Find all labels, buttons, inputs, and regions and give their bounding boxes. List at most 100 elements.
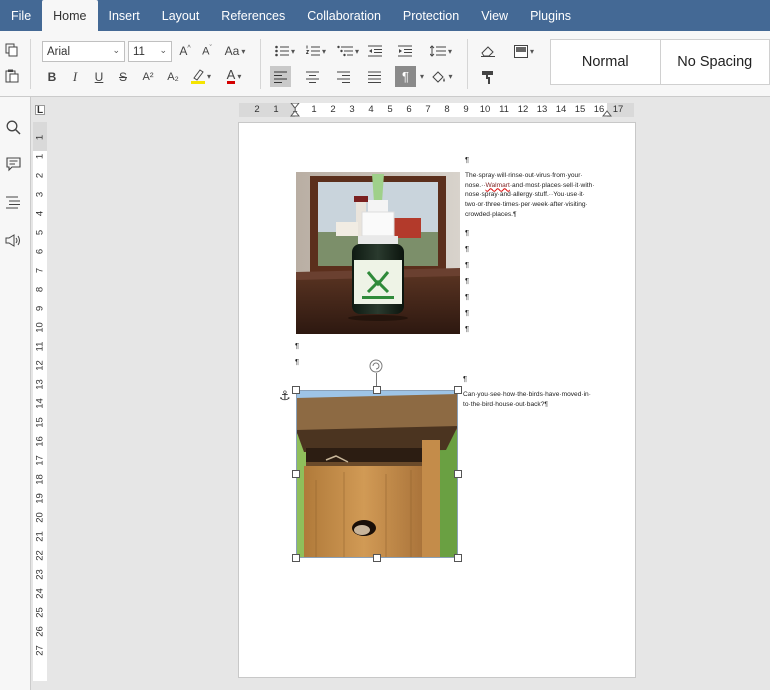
clear-formatting-button[interactable]	[478, 41, 498, 61]
menu-collaboration[interactable]: Collaboration	[296, 0, 392, 31]
align-center-button[interactable]	[302, 66, 323, 87]
paragraph-mark[interactable]: ¶	[465, 155, 469, 164]
shading-button[interactable]: ▾	[428, 66, 456, 87]
font-name-select[interactable]: Arial ⌄	[42, 41, 125, 62]
resize-handle-e[interactable]	[454, 470, 462, 478]
italic-label: I	[72, 69, 78, 84]
rotate-handle-icon[interactable]	[368, 358, 384, 374]
resize-handle-n[interactable]	[373, 386, 381, 394]
formatting-options-dropdown[interactable]: ▾	[416, 66, 426, 87]
font-size-value: 11	[133, 45, 145, 58]
paragraph-mark[interactable]: ¶	[465, 228, 469, 237]
ruler-number: 23	[34, 569, 46, 580]
style-normal[interactable]: Normal	[551, 40, 660, 84]
paragraph-mark[interactable]: ¶	[463, 374, 467, 383]
menu-view[interactable]: View	[470, 0, 519, 31]
align-center-icon	[306, 71, 319, 83]
superscript-button[interactable]: A²	[138, 67, 158, 87]
increase-indent-button[interactable]	[396, 41, 414, 61]
ruler-number: 4	[34, 210, 46, 217]
line-spacing-button[interactable]: ▾	[427, 41, 455, 61]
strikethrough-button[interactable]: S	[114, 67, 132, 87]
paragraph-mark[interactable]: ¶	[295, 341, 299, 350]
decrease-font-button[interactable]: Aˇ	[198, 41, 216, 61]
menu-home[interactable]: Home	[42, 0, 98, 31]
anchor-icon[interactable]: ⚓	[279, 388, 291, 404]
paste-button[interactable]	[3, 67, 21, 85]
resize-handle-w[interactable]	[292, 470, 300, 478]
image-nasal-spray[interactable]	[296, 172, 460, 334]
justify-button[interactable]	[364, 66, 385, 87]
align-left-button[interactable]	[270, 66, 291, 87]
right-indent-marker-icon[interactable]	[602, 103, 612, 117]
menu-layout[interactable]: Layout	[151, 0, 211, 31]
paragraph-mark[interactable]: ¶	[465, 260, 469, 269]
horizontal-ruler[interactable]: 2 1 1 1 2 3 4 5 6 7 8 9 10 11 12 13 14 15 16 17	[239, 103, 634, 117]
italic-button[interactable]: I	[66, 67, 84, 87]
ruler-number: 7	[34, 267, 46, 274]
search-button[interactable]	[2, 116, 24, 138]
ruler-number: 4	[368, 104, 374, 115]
paint-bucket-icon	[432, 70, 446, 83]
subscript-button[interactable]: A₂	[163, 67, 183, 87]
paragraph-mark[interactable]: ¶	[295, 357, 299, 366]
bullet-list-icon	[275, 45, 289, 57]
align-left-icon	[274, 71, 287, 83]
paragraph-mark[interactable]: ¶	[465, 292, 469, 301]
toolbar-separator	[260, 39, 261, 89]
resize-handle-nw[interactable]	[292, 386, 300, 394]
ruler-number: 26	[34, 626, 46, 637]
decrease-indent-button[interactable]	[366, 41, 384, 61]
bullet-list-button[interactable]: ▾	[271, 41, 299, 61]
speech-button[interactable]	[2, 229, 24, 251]
multilevel-list-button[interactable]: ▾	[333, 41, 363, 61]
show-formatting-button[interactable]: ¶	[395, 66, 416, 87]
resize-handle-sw[interactable]	[292, 554, 300, 562]
indent-marker-icon[interactable]	[290, 103, 300, 117]
menu-plugins[interactable]: Plugins	[519, 0, 582, 31]
underline-button[interactable]: U	[90, 67, 108, 87]
ruler-number: 17	[612, 104, 624, 115]
font-size-select[interactable]: 11 ⌄	[128, 41, 172, 62]
pilcrow-icon: ¶	[402, 69, 409, 84]
bold-button[interactable]: B	[43, 67, 61, 87]
align-right-button[interactable]	[333, 66, 354, 87]
highlighter-icon	[190, 69, 205, 84]
ruler-number: 14	[34, 398, 46, 409]
paragraph-birds[interactable]: Can·you·see·how·the·birds·have·moved·in·…	[463, 390, 591, 409]
color-scheme-button[interactable]: ▾	[509, 41, 539, 61]
menu-protection[interactable]: Protection	[392, 0, 470, 31]
paragraph-spray[interactable]: The·spray·will·rinse·out·virus·from·your…	[465, 171, 594, 220]
menu-insert[interactable]: Insert	[98, 0, 151, 31]
resize-handle-se[interactable]	[454, 554, 462, 562]
menu-references[interactable]: References	[210, 0, 296, 31]
text-line: crowded·places.¶	[465, 210, 517, 218]
tab-stop-selector[interactable]: L	[35, 105, 45, 116]
vertical-ruler[interactable]: 1 1 2 3 4 5 6 7 8 9 10 11 12 13 14 15 16 17 18 19 20 21 22 23 24…	[33, 122, 47, 681]
ruler-number: 3	[34, 191, 46, 198]
copy-button[interactable]	[3, 41, 21, 59]
image-bird-house[interactable]	[296, 390, 458, 558]
resize-handle-ne[interactable]	[454, 386, 462, 394]
highlight-color-button[interactable]: ▾	[187, 65, 215, 87]
misspelled-word[interactable]: Walmart	[486, 182, 510, 189]
increase-font-button[interactable]: A^	[176, 41, 194, 61]
ruler-number: 6	[406, 104, 412, 115]
menu-file[interactable]: File	[0, 0, 42, 31]
paragraph-mark[interactable]: ¶	[465, 308, 469, 317]
paragraph-mark[interactable]: ¶	[465, 244, 469, 253]
paragraph-mark[interactable]: ¶	[465, 324, 469, 333]
style-no-spacing[interactable]: No Spacing	[659, 40, 770, 84]
ruler-number: 11	[34, 341, 46, 352]
font-color-button[interactable]: A ▾	[220, 65, 248, 87]
increase-font-icon: A^	[179, 44, 191, 58]
navigation-button[interactable]	[2, 191, 24, 213]
copy-style-button[interactable]	[478, 67, 498, 87]
numbered-list-button[interactable]: ▾	[302, 41, 330, 61]
paragraph-mark[interactable]: ¶	[465, 276, 469, 285]
resize-handle-s[interactable]	[373, 554, 381, 562]
comments-button[interactable]	[2, 153, 24, 175]
chevron-down-icon: ▾	[354, 46, 359, 56]
ruler-number: 17	[34, 455, 46, 466]
change-case-button[interactable]: Aa ▾	[221, 41, 249, 61]
